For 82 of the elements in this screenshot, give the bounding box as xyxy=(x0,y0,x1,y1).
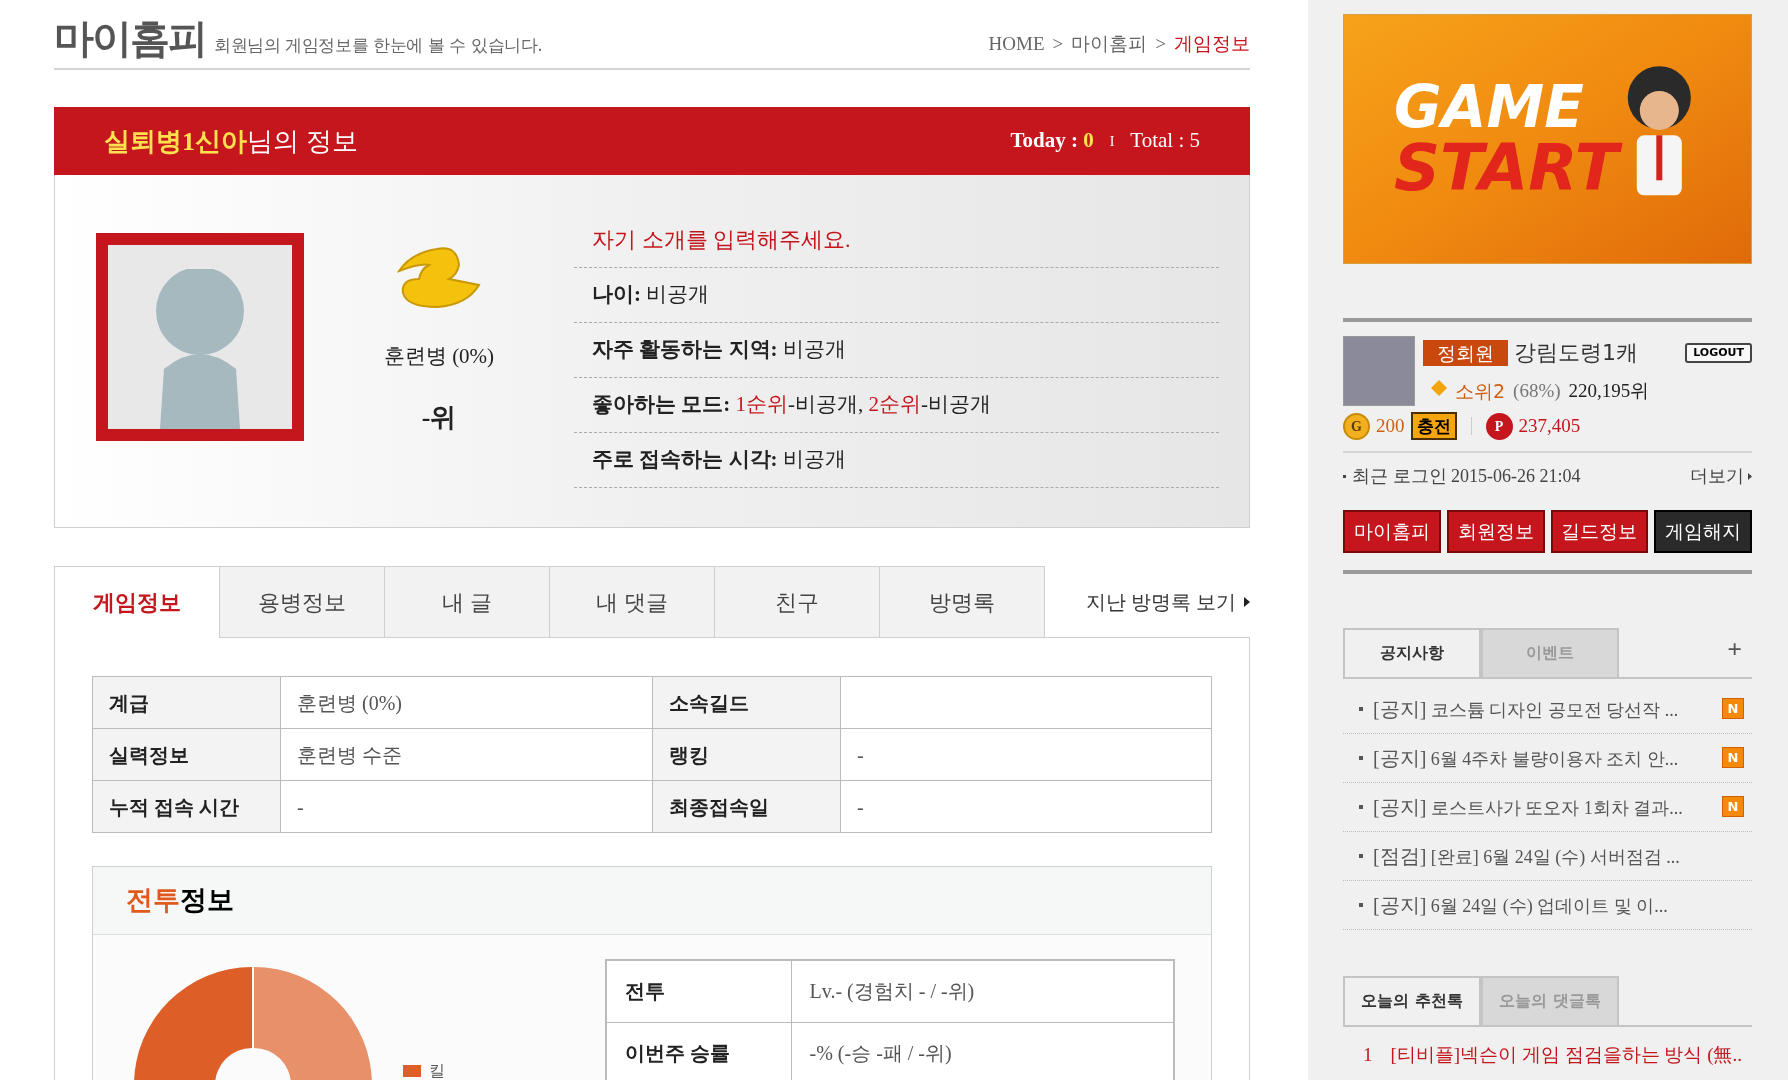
table-cell: 훈련병 (0%) xyxy=(280,676,653,729)
bullet-icon xyxy=(1359,902,1363,907)
points-icon: P xyxy=(1485,412,1513,440)
rank-percent: (68%) xyxy=(1513,379,1561,403)
menu-button[interactable]: 회원정보 xyxy=(1446,509,1545,553)
logout-button[interactable]: LOGOUT xyxy=(1685,342,1752,363)
profile-field: 좋아하는 모드: 1순위-비공개, 2순위-비공개 xyxy=(592,389,991,421)
new-badge: N xyxy=(1722,747,1744,768)
tab[interactable]: 친구 xyxy=(714,566,879,638)
table-cell: 훈련병 수준 xyxy=(280,728,653,781)
bullet-icon xyxy=(1359,706,1363,711)
caret-icon xyxy=(1748,472,1752,480)
tab[interactable]: 방명록 xyxy=(879,566,1044,638)
last-login: 최근 로그인 2015-06-26 21:04 xyxy=(1352,464,1581,488)
table-header-cell: 계급 xyxy=(92,676,281,729)
table-header-cell: 전투 xyxy=(606,960,791,1022)
notice-item[interactable]: [공지] 코스튬 디자인 공모전 당선작 ... xyxy=(1373,693,1679,724)
menu-button[interactable]: 길드정보 xyxy=(1550,509,1649,553)
notice-item[interactable]: [점검] [완료] 6월 24일 (수) 서버점검 ... xyxy=(1373,840,1680,871)
rank-position: -위 xyxy=(421,401,457,434)
profile-field: 자주 활동하는 지역: 비공개 xyxy=(592,334,846,366)
total-count: Total : 5 xyxy=(1130,127,1200,155)
points-amount: 237,405 xyxy=(1518,414,1581,438)
more-button[interactable]: + xyxy=(1727,636,1742,663)
notice-item[interactable]: [공지] 로스트사가 또오자 1회차 결과... xyxy=(1373,791,1683,822)
title-suffix: 님의 정보 xyxy=(247,126,358,156)
player-name: 실퇴병1신아 xyxy=(104,126,247,156)
legend-label: 킬 xyxy=(429,1061,445,1080)
tab[interactable]: 용병정보 xyxy=(219,566,384,638)
table-header-cell: 랭킹 xyxy=(652,728,841,781)
coin-amount: 200 xyxy=(1376,414,1405,438)
recommend-rank: 1 xyxy=(1363,1042,1373,1067)
rank-name: 훈련병 (0%) xyxy=(383,343,495,370)
table-header-cell: 최종접속일 xyxy=(652,780,841,833)
breadcrumb-separator: > xyxy=(1052,31,1064,56)
user-ranking: 220,195위 xyxy=(1568,379,1650,403)
table-cell: - xyxy=(840,728,1212,781)
tab[interactable]: 공지사항 xyxy=(1343,627,1481,677)
separator: I xyxy=(1109,132,1115,151)
table-header-cell: 소속길드 xyxy=(652,676,841,729)
tab[interactable]: 게임정보 xyxy=(54,566,219,638)
page-subtitle: 회원님의 게임정보를 한눈에 볼 수 있습니다. xyxy=(214,33,543,57)
bullet-icon xyxy=(1343,474,1346,478)
notice-item[interactable]: [공지] 6월 4주차 불량이용자 조치 안... xyxy=(1373,742,1679,773)
bullet-icon xyxy=(1359,755,1363,760)
page-logo: 마이홈피 xyxy=(54,18,206,58)
table-header-cell: 실력정보 xyxy=(92,728,281,781)
user-avatar-photo xyxy=(1343,336,1415,406)
menu-button[interactable]: 게임해지 xyxy=(1654,509,1752,553)
table-cell: - xyxy=(280,780,653,833)
section-title: 전투정보 xyxy=(126,884,234,918)
profile-field: 나이: 비공개 xyxy=(592,279,710,311)
today-count: Today : 0 xyxy=(1010,127,1094,155)
recommend-item[interactable]: [티비플]넥슨이 게임 점검을하는 방식 (無.. xyxy=(1390,1040,1742,1069)
new-badge: N xyxy=(1722,796,1744,817)
user-name: 강림도령1캐 xyxy=(1514,339,1638,367)
notice-item[interactable]: [공지] 6월 24일 (수) 업데이트 및 이... xyxy=(1373,889,1668,920)
caret-icon xyxy=(1244,596,1250,607)
duck-icon xyxy=(397,245,481,311)
tab[interactable]: 내 글 xyxy=(384,566,549,638)
bullet-icon xyxy=(1359,804,1363,809)
new-badge: N xyxy=(1722,698,1744,719)
table-cell: - xyxy=(840,780,1212,833)
more-link[interactable]: 더보기 xyxy=(1690,462,1752,490)
table-header-cell: 누적 접속 시간 xyxy=(92,780,281,833)
breadcrumb-link[interactable]: HOME xyxy=(988,29,1045,58)
banner-title: GAME xyxy=(1394,78,1585,136)
charge-button[interactable]: 충전 xyxy=(1410,412,1457,441)
coin-badge: G xyxy=(1343,412,1370,440)
tab[interactable]: 내 댓글 xyxy=(549,566,714,638)
breadcrumb-link[interactable]: 마이홈피 xyxy=(1071,29,1148,58)
self-introduction: 자기 소개를 입력해주세요. xyxy=(592,227,851,252)
breadcrumb-link[interactable]: 게임정보 xyxy=(1174,29,1250,58)
member-grade-badge: 정회원 xyxy=(1423,339,1508,366)
breadcrumb-separator: > xyxy=(1155,31,1166,56)
menu-button[interactable]: 마이홈피 xyxy=(1343,509,1441,553)
tab[interactable]: 오늘의 추천톡 xyxy=(1343,975,1481,1025)
profile-field: 주로 접속하는 시각: 비공개 xyxy=(592,444,846,476)
guestbook-link[interactable]: 지난 방명록 보기 xyxy=(1086,586,1250,617)
legend-swatch xyxy=(403,1065,421,1077)
bullet-icon xyxy=(1359,853,1363,858)
user-rank: 소위2 xyxy=(1455,379,1506,404)
